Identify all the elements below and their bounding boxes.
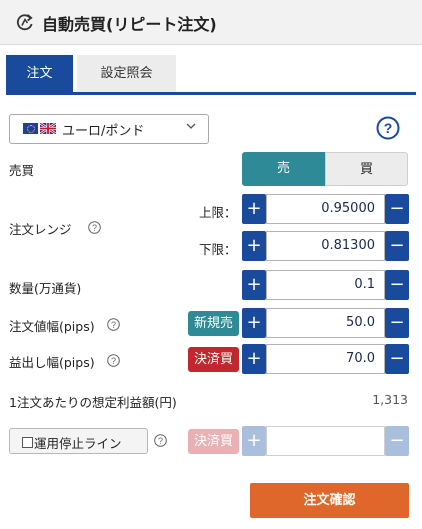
page-title: 自動売買(リピート注文) [42, 15, 217, 34]
help-icon[interactable]: ? [88, 221, 101, 234]
svg-text:?: ? [384, 120, 393, 136]
chevron-down-icon [186, 123, 196, 129]
upper-limit-increment-button[interactable]: + [242, 194, 266, 224]
help-icon[interactable]: ? [154, 434, 167, 447]
order-width-increment-button[interactable]: + [242, 308, 266, 338]
quantity-label: 数量(万通貨) [9, 281, 82, 296]
take-profit-input[interactable]: 70.0 [266, 344, 385, 374]
sell-button[interactable]: 売 [242, 152, 325, 186]
stop-line-toggle[interactable]: 運用停止ライン [9, 428, 148, 454]
repeat-cycle-icon [16, 14, 33, 31]
uk-flag-icon [40, 123, 56, 134]
order-width-input[interactable]: 50.0 [266, 308, 385, 338]
expected-profit-value: 1,313 [372, 392, 408, 407]
order-confirm-button[interactable]: 注文確認 [250, 483, 409, 518]
upper-limit-stepper: + 0.95000 − [242, 194, 409, 224]
take-profit-stepper: + 70.0 − [242, 344, 409, 374]
lower-limit-increment-button[interactable]: + [242, 231, 266, 261]
svg-text:?: ? [158, 436, 163, 446]
upper-limit-decrement-button[interactable]: − [385, 194, 409, 224]
help-circle-icon[interactable]: ? [376, 116, 400, 140]
settle-buy-badge: 決済買 [188, 347, 239, 372]
take-profit-decrement-button[interactable]: − [385, 344, 409, 374]
stop-settle-buy-badge: 決済買 [188, 429, 239, 454]
lower-limit-decrement-button[interactable]: − [385, 231, 409, 261]
order-width-label: 注文値幅(pips) [9, 319, 95, 334]
quantity-stepper: + 0.1 − [242, 270, 409, 300]
stop-line-stepper: + − [242, 426, 409, 456]
currency-pair-label: ユーロ/ポンド [62, 124, 145, 139]
checkbox-icon [22, 437, 33, 448]
tab-settings-inquiry[interactable]: 設定照会 [77, 55, 176, 92]
trade-label: 売買 [9, 163, 35, 178]
upper-limit-label: 上限： [199, 205, 237, 220]
tab-bar: 注文 設定照会 [6, 55, 416, 95]
stop-line-decrement-button[interactable]: − [385, 426, 409, 456]
stop-line-label: 運用停止ライン [34, 436, 122, 451]
quantity-increment-button[interactable]: + [242, 270, 266, 300]
quantity-input[interactable]: 0.1 [266, 270, 385, 300]
stop-line-input[interactable] [266, 426, 385, 456]
expected-profit-label: 1注文あたりの想定利益額(円) [9, 395, 177, 410]
take-profit-label: 益出し幅(pips) [9, 355, 95, 370]
upper-limit-input[interactable]: 0.95000 [266, 194, 385, 224]
header-bar: 自動売買(リピート注文) [0, 0, 422, 45]
lower-limit-label: 下限： [199, 242, 237, 257]
stop-line-increment-button[interactable]: + [242, 426, 266, 456]
take-profit-increment-button[interactable]: + [242, 344, 266, 374]
quantity-decrement-button[interactable]: − [385, 270, 409, 300]
svg-text:?: ? [111, 356, 116, 366]
tab-order[interactable]: 注文 [6, 55, 73, 92]
order-width-decrement-button[interactable]: − [385, 308, 409, 338]
currency-pair-select[interactable]: ユーロ/ポンド [9, 114, 209, 144]
order-width-stepper: + 50.0 − [242, 308, 409, 338]
eu-flag-icon [23, 123, 38, 134]
new-sell-badge: 新規売 [188, 311, 239, 336]
svg-text:?: ? [92, 223, 97, 233]
help-icon[interactable]: ? [107, 354, 120, 367]
help-icon[interactable]: ? [107, 318, 120, 331]
order-range-label: 注文レンジ [9, 222, 72, 237]
svg-text:?: ? [111, 320, 116, 330]
lower-limit-input[interactable]: 0.81300 [266, 231, 385, 261]
buy-button[interactable]: 買 [325, 152, 408, 186]
lower-limit-stepper: + 0.81300 − [242, 231, 409, 261]
